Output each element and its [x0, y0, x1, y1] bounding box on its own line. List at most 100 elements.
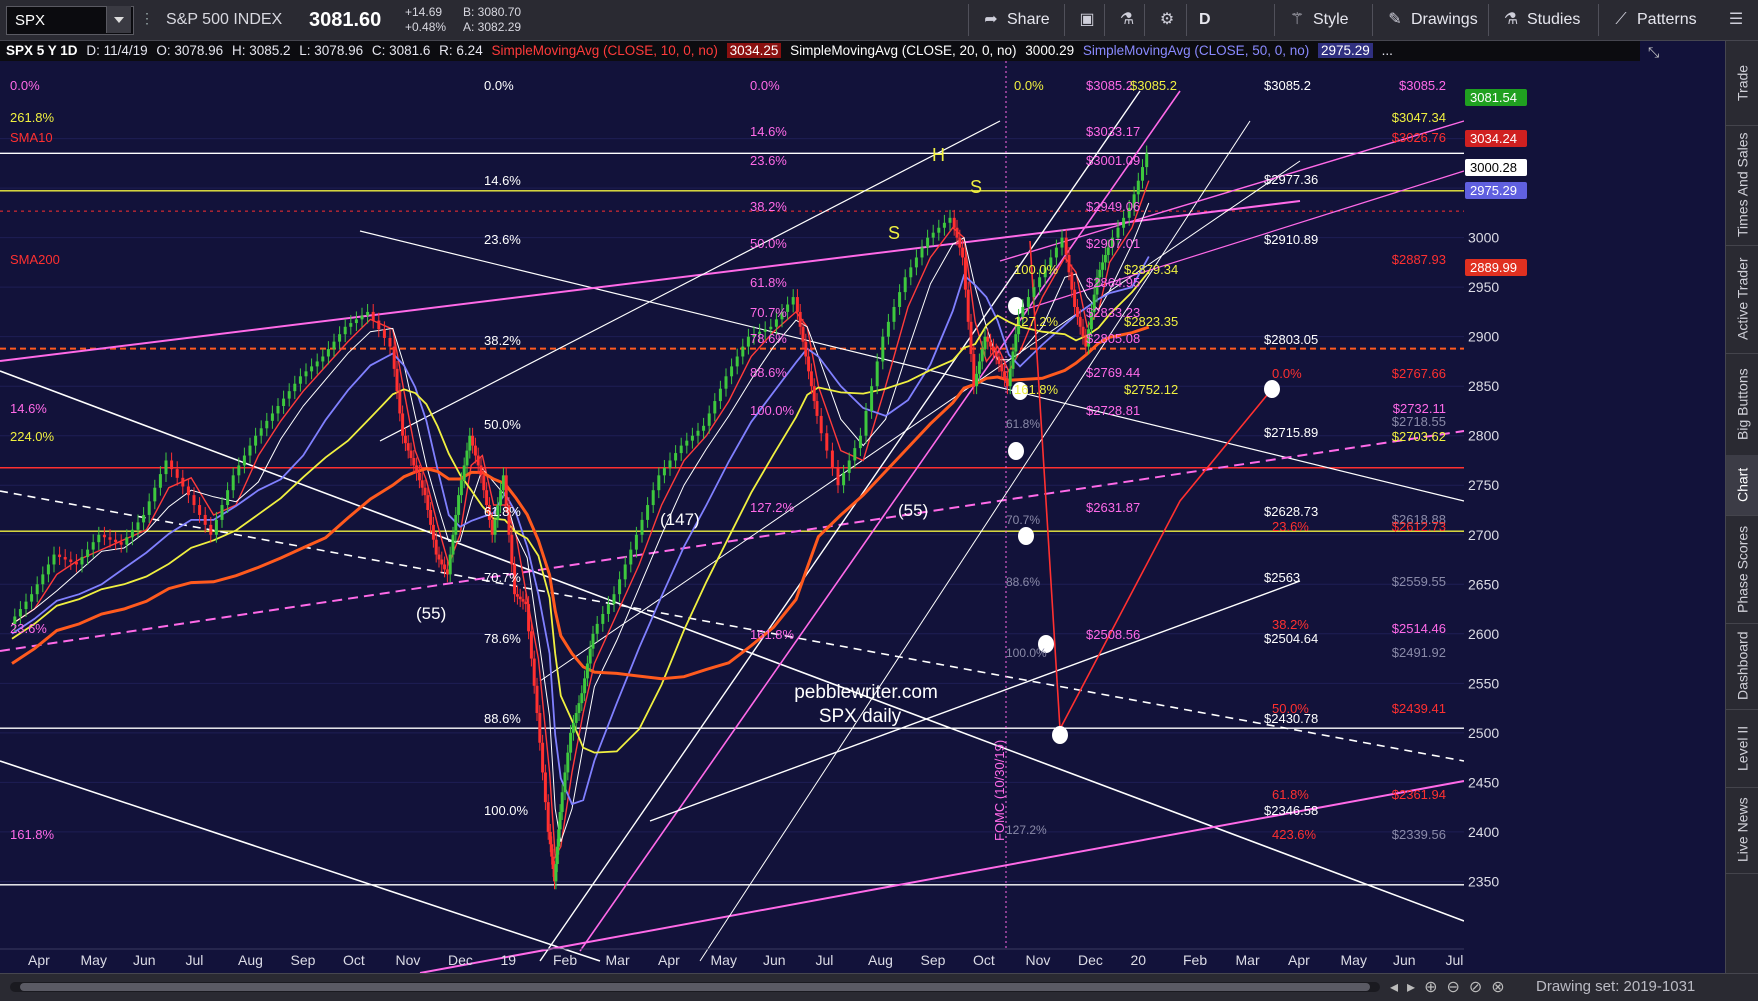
sma20-value: 3000.29 [1025, 43, 1075, 58]
candle-body [395, 368, 399, 392]
candle-body [415, 465, 419, 473]
fib-mid-label: 100.0% [484, 803, 529, 818]
fib-magenta-label: 23.6% [750, 153, 787, 168]
candle-body [942, 222, 946, 228]
drawings-button[interactable]: ✎ Drawings [1372, 4, 1497, 36]
price-label-magenta: $3001.09 [1086, 153, 1140, 168]
price-label-white: $2346.58 [1264, 803, 1318, 818]
candle-body [164, 460, 168, 475]
fib-left-label: SMA10 [10, 130, 53, 145]
price-badge-label: 2975.29 [1470, 183, 1517, 198]
wave-count-label: (55) [898, 501, 928, 520]
fib-magenta-label: 78.6% [750, 331, 787, 346]
rail-tab-dashboard[interactable]: Dashboard [1726, 623, 1758, 710]
x-tick-label: Nov [1026, 952, 1051, 968]
candle-body [321, 356, 325, 362]
time-scrollbar[interactable] [10, 982, 1380, 992]
candle-body [646, 505, 650, 520]
candle-body [326, 349, 330, 357]
x-tick-label: Mar [1236, 952, 1260, 968]
fib-red-label: 61.8% [1272, 787, 1309, 802]
candle-body [679, 445, 683, 454]
x-tick-label: Jul [816, 952, 834, 968]
fib-mid-label: 70.7% [484, 570, 521, 585]
fib-mid-label: 23.6% [484, 232, 521, 247]
rail-tab-level-ii[interactable]: Level II [1726, 709, 1758, 788]
symbol-dropdown-chevron-icon[interactable] [106, 6, 131, 33]
fib-left-label: 0.0% [10, 78, 40, 93]
candle-body [538, 713, 542, 743]
share-button[interactable]: ➦ Share [968, 4, 1071, 36]
wave-count-label: (55) [416, 604, 446, 623]
fib-gray-label: 127.2% [1006, 823, 1047, 837]
flask-icon: ⚗ [1503, 11, 1519, 28]
rail-tab-phase-scores[interactable]: Phase Scores [1726, 515, 1758, 624]
chart-canvas[interactable]: 0.0% 261.8% SMA10 SMA200 14.6% 224.0% 23.6% 161… [0, 61, 1640, 974]
x-tick-label: Jun [1393, 952, 1416, 968]
candle-body [583, 678, 587, 694]
price-label-yellow: $2752.12 [1124, 382, 1178, 397]
candle-body [429, 510, 433, 525]
settings-button[interactable]: ⚙ [1144, 4, 1191, 36]
candle-body [875, 361, 879, 387]
sma10-label[interactable]: SimpleMovingAvg (CLOSE, 10, 0, no) [491, 43, 717, 58]
more-studies[interactable]: ... [1382, 43, 1393, 58]
patterns-button[interactable]: ⟋ Patterns [1598, 4, 1723, 36]
candle-body [1064, 237, 1068, 255]
candle-body [886, 321, 890, 337]
fib-mid-label: 14.6% [484, 173, 521, 188]
rail-tab-live-news[interactable]: Live News [1726, 787, 1758, 874]
bid-price: B: 3080.70 [463, 5, 522, 19]
candle-body [1008, 368, 1012, 387]
candle-body [730, 366, 734, 377]
price-label-yellow: $2879.34 [1124, 262, 1178, 277]
candle-body [702, 425, 706, 431]
candle-body [242, 455, 246, 466]
candle-body [423, 487, 427, 496]
style-button[interactable]: ⚚ Style [1274, 4, 1381, 36]
candle-body [881, 336, 885, 362]
fib-left-label: 224.0% [10, 429, 55, 444]
sma50-value: 2975.29 [1318, 43, 1373, 58]
studies-button[interactable]: ⚗ Studies [1488, 4, 1607, 36]
rail-tab-big-buttons[interactable]: Big Buttons [1726, 353, 1758, 456]
candle-body [842, 472, 846, 486]
expand-icon[interactable]: ⤡ [1648, 44, 1659, 61]
candle-body [398, 391, 402, 414]
candle-body [961, 247, 965, 258]
candle-body [690, 435, 694, 441]
candle-body [465, 450, 469, 466]
x-tick-label: Sep [921, 952, 946, 968]
candle-body [847, 460, 851, 473]
candle-body [769, 326, 773, 330]
candle-body [97, 534, 101, 543]
aggregation-button[interactable]: D [1186, 4, 1235, 36]
sma20-label[interactable]: SimpleMovingAvg (CLOSE, 20, 0, no) [790, 43, 1016, 58]
candle-body [1075, 306, 1079, 317]
rail-tab-active-trader[interactable]: Active Trader [1726, 245, 1758, 354]
x-tick-label: Sep [291, 952, 316, 968]
candle-body [983, 336, 987, 350]
candle-body [343, 326, 347, 335]
price-label-magenta: $2864.95 [1086, 275, 1140, 290]
scrollbar-thumb[interactable] [20, 983, 1370, 991]
candle-body [431, 524, 435, 540]
candle-body [52, 554, 56, 565]
rail-tab-chart[interactable]: Chart [1726, 455, 1758, 516]
candle-body [952, 217, 956, 228]
zoom-controls[interactable]: ◂▸⊕⊖⊘⊗ [1390, 977, 1514, 997]
fib-gray-label: 100.0% [1006, 646, 1047, 660]
link-icon[interactable]: ⋮ [140, 10, 154, 30]
bar-low: L: 3078.96 [299, 43, 364, 58]
sma50-label[interactable]: SimpleMovingAvg (CLOSE, 50, 0, no) [1083, 43, 1309, 58]
candle-body [259, 428, 263, 436]
rail-tab-times-and-sales[interactable]: Times And Sales [1726, 125, 1758, 246]
x-tick-label: Mar [606, 952, 630, 968]
price-label-right: $2514.46 [1392, 621, 1446, 636]
candle-body [445, 569, 449, 575]
candle-body [86, 549, 90, 558]
menu-button[interactable]: ☰ [1714, 4, 1756, 36]
price-chart[interactable]: 0.0% 261.8% SMA10 SMA200 14.6% 224.0% 23.6% 161… [0, 61, 1640, 974]
rail-tab-trade[interactable]: Trade [1726, 41, 1758, 126]
candle-body [571, 722, 575, 733]
